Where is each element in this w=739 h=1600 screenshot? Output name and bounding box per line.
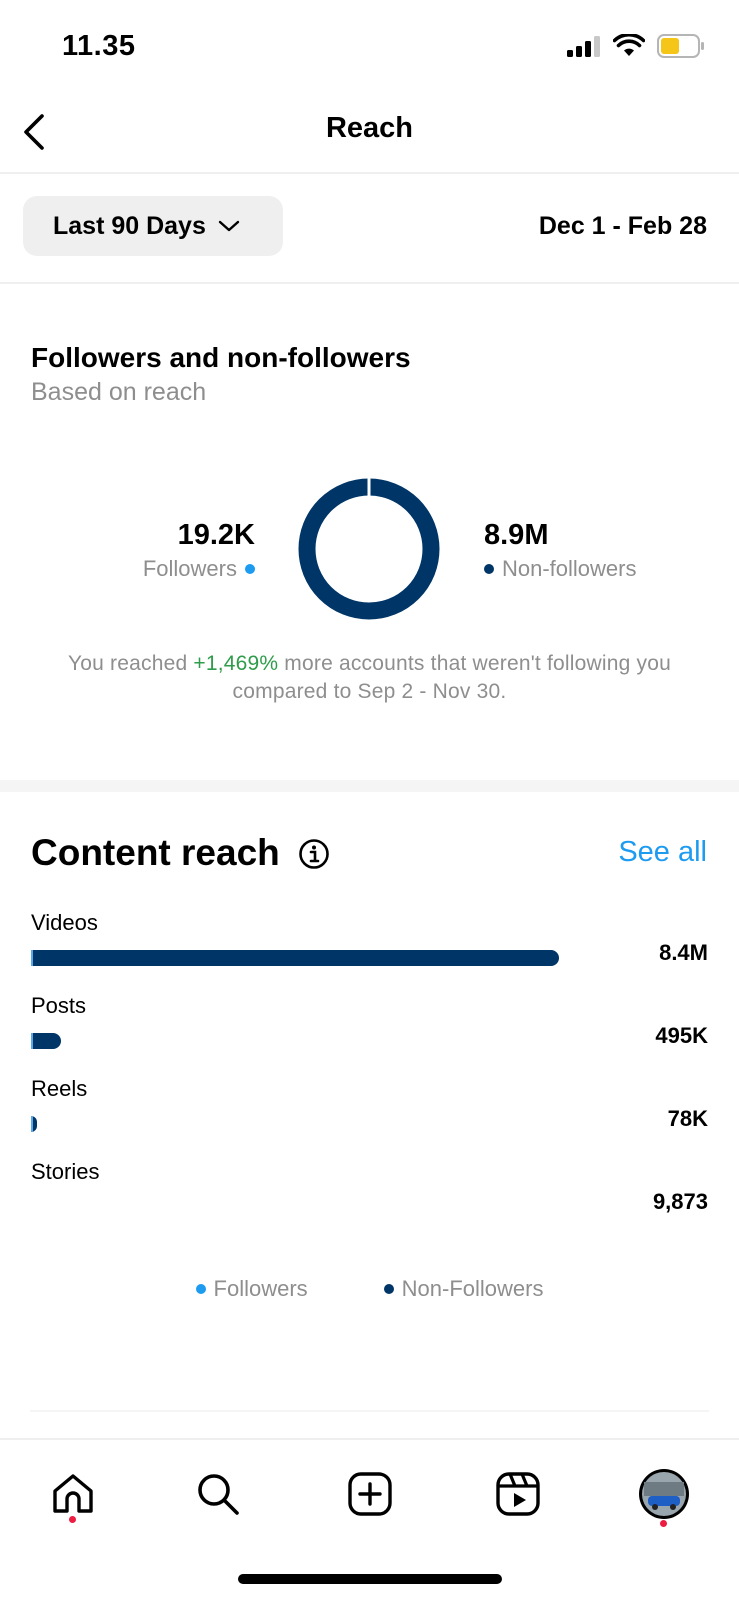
reels-icon (496, 1472, 540, 1516)
row-bar (31, 1116, 37, 1132)
content-row-posts[interactable]: Posts 495K (31, 993, 708, 1063)
row-label: Posts (31, 993, 87, 1018)
followers-label-row: Followers (143, 556, 255, 582)
legend-label: Non-Followers (401, 1276, 544, 1301)
legend-label: Followers (213, 1276, 308, 1301)
status-bar: 11.35 (0, 0, 739, 92)
tab-search[interactable] (188, 1464, 248, 1524)
row-bar-followers (31, 950, 33, 966)
tab-reels[interactable] (488, 1464, 548, 1524)
row-value: 8.4M (659, 940, 708, 965)
content-reach-legend: Followers Non-Followers (0, 1276, 739, 1302)
status-icons (567, 34, 705, 58)
non-followers-label-row: Non-followers (484, 556, 637, 582)
row-label: Reels (31, 1076, 88, 1101)
row-bar-followers (31, 1116, 33, 1132)
home-indicator (238, 1574, 502, 1584)
content-reach-title: Content reach (31, 832, 280, 873)
non-followers-stat: 8.9M Non-followers (484, 518, 637, 582)
date-range-label: Last 90 Days (53, 211, 206, 240)
non-followers-label: Non-followers (502, 556, 637, 581)
date-range-selector[interactable]: Last 90 Days (23, 196, 283, 256)
summary-percentage: +1,469% (193, 652, 279, 675)
followers-section: Followers and non-followers Based on rea… (0, 286, 739, 780)
cellular-signal-icon (567, 36, 600, 57)
section-title: Followers and non-followers (31, 342, 411, 373)
reach-summary: You reached +1,469% more accounts that w… (30, 650, 709, 706)
legend-dot-followers (195, 1284, 206, 1294)
content-row-videos[interactable]: Videos 8.4M (31, 910, 708, 980)
tab-home[interactable] (43, 1464, 103, 1524)
legend-item-followers: Followers (195, 1276, 308, 1302)
header: Reach (0, 92, 739, 174)
non-followers-value: 8.9M (484, 519, 549, 551)
row-value: 9,873 (652, 1189, 708, 1214)
search-icon (198, 1474, 239, 1515)
home-icon (53, 1474, 93, 1513)
legend-dot-non-followers (383, 1284, 394, 1294)
home-notification-dot (69, 1516, 76, 1523)
tab-profile[interactable] (634, 1464, 694, 1527)
tab-create[interactable] (340, 1464, 400, 1524)
create-icon (348, 1472, 392, 1516)
summary-text-end: more accounts that weren't following you… (232, 652, 672, 703)
section-subtitle: Based on reach (31, 378, 207, 406)
see-all-link[interactable]: See all (618, 836, 707, 869)
summary-text-start: You reached (67, 652, 194, 675)
row-value: 78K (667, 1106, 708, 1131)
chevron-down-icon (218, 220, 240, 232)
followers-donut-chart (298, 478, 440, 620)
followers-stat: 19.2K Followers (143, 518, 255, 582)
battery-icon (657, 34, 704, 58)
followers-value: 19.2K (177, 519, 255, 551)
content-row-reels[interactable]: Reels 78K (31, 1076, 708, 1146)
row-bar-followers (31, 1033, 33, 1049)
followers-legend-dot (245, 564, 255, 574)
bottom-divider (30, 1410, 709, 1412)
donut-segment-non-followers (298, 478, 440, 620)
content-reach-section: Content reach See all Videos 8.4M Posts … (0, 792, 739, 1412)
range-row: Last 90 Days Dec 1 - Feb 28 (0, 176, 739, 284)
page-title: Reach (325, 112, 414, 144)
row-label: Stories (31, 1159, 100, 1184)
content-row-stories[interactable]: Stories 9,873 (31, 1159, 708, 1229)
date-range-text: Dec 1 - Feb 28 (538, 212, 707, 240)
profile-avatar (639, 1469, 689, 1519)
row-bar (31, 1033, 61, 1049)
tab-bar (0, 1438, 739, 1548)
non-followers-legend-dot (484, 564, 494, 574)
section-divider (0, 780, 739, 792)
info-icon[interactable] (298, 838, 330, 870)
followers-label: Followers (142, 556, 237, 581)
legend-item-non-followers: Non-Followers (383, 1276, 544, 1302)
row-value: 495K (655, 1023, 708, 1048)
profile-notification-dot (660, 1520, 667, 1527)
status-time: 11.35 (62, 30, 136, 62)
row-label: Videos (31, 910, 98, 935)
row-bar (31, 950, 559, 966)
wifi-icon (613, 34, 645, 56)
